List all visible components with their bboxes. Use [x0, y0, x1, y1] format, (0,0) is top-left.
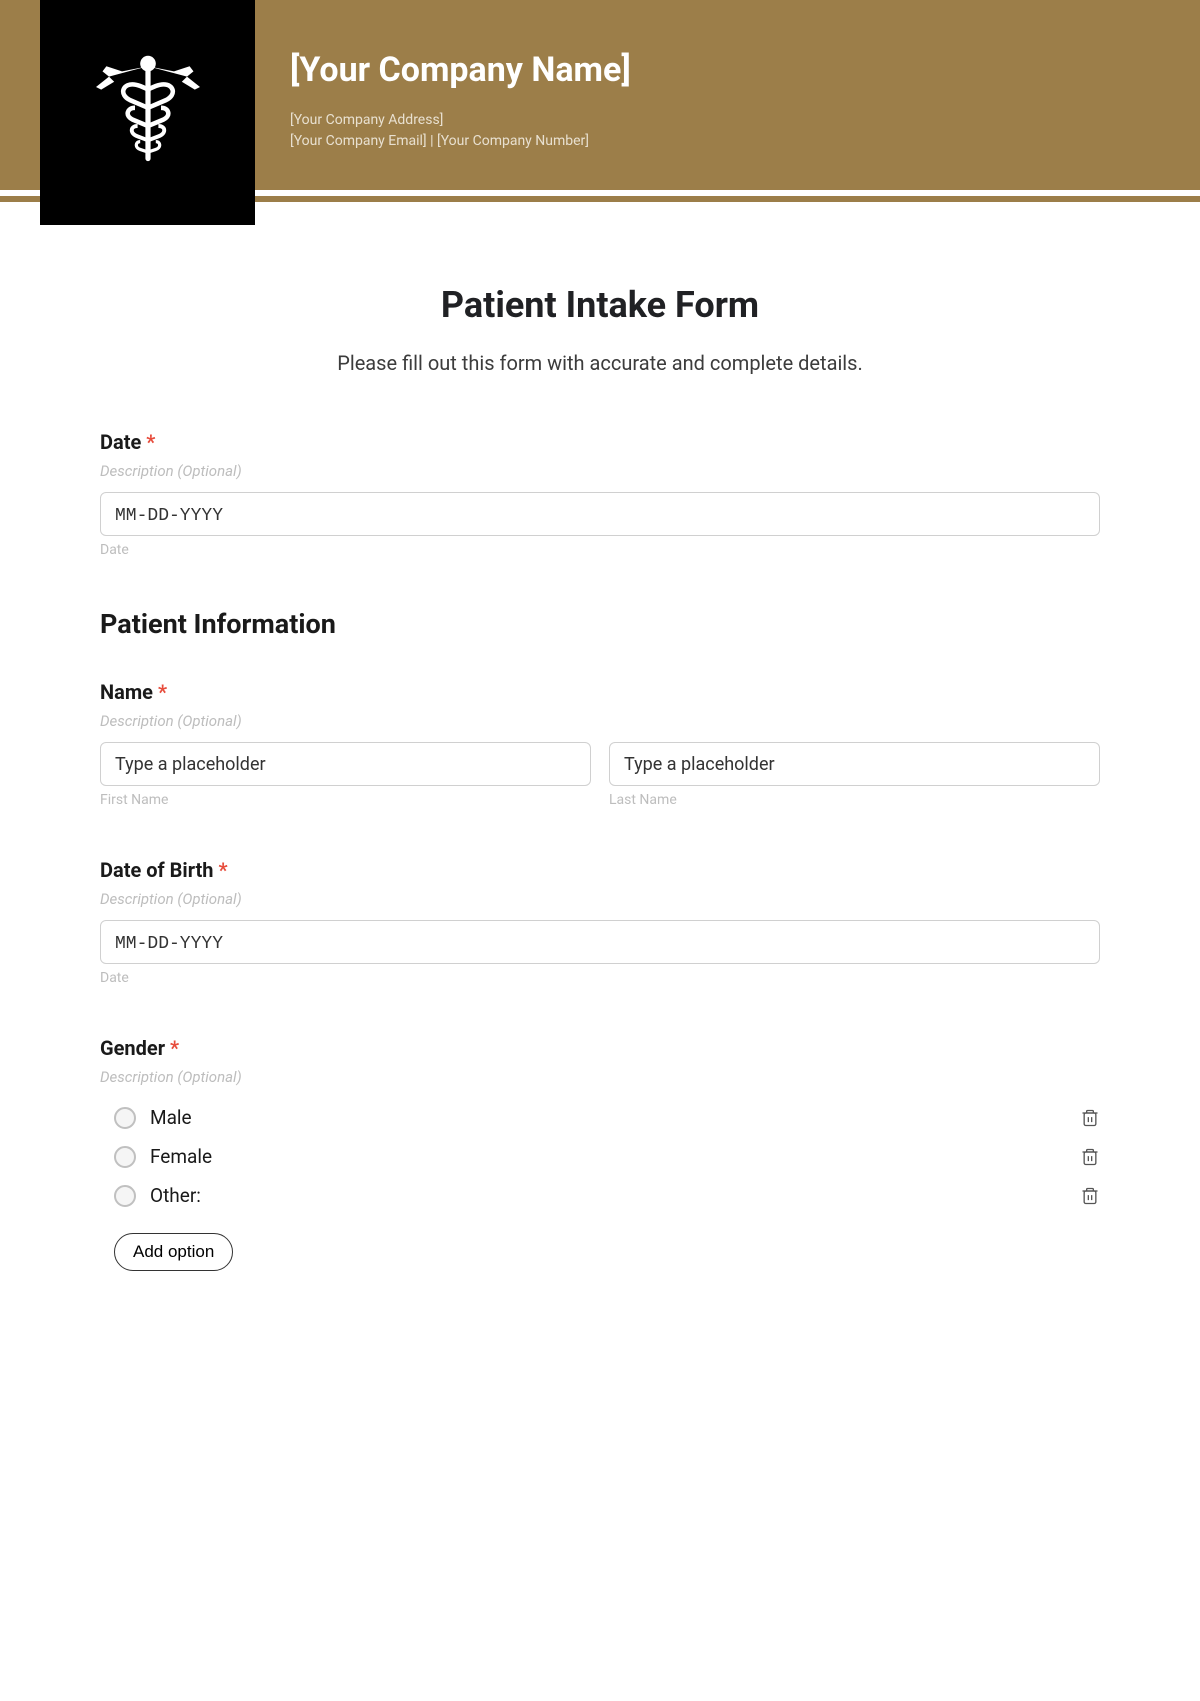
date-label-text: Date	[100, 430, 141, 454]
company-name: [Your Company Name]	[290, 50, 631, 90]
gender-description[interactable]: Description (Optional)	[100, 1068, 1100, 1086]
name-label-text: Name	[100, 680, 153, 704]
name-label: Name *	[100, 680, 1100, 704]
dob-sublabel: Date	[100, 970, 1100, 986]
required-mark: *	[146, 430, 155, 454]
gender-label: Gender *	[100, 1036, 1100, 1060]
caduceus-icon	[83, 48, 213, 178]
trash-icon[interactable]	[1080, 1107, 1100, 1129]
gender-option-label[interactable]: Male	[150, 1106, 192, 1129]
trash-icon[interactable]	[1080, 1185, 1100, 1207]
radio-icon[interactable]	[114, 1146, 136, 1168]
date-sublabel: Date	[100, 542, 1100, 558]
company-contact: [Your Company Email] | [Your Company Num…	[290, 131, 631, 152]
gender-option-other: Other:	[100, 1176, 1100, 1215]
last-name-input[interactable]	[609, 742, 1100, 786]
required-mark: *	[170, 1036, 179, 1060]
first-name-input[interactable]	[100, 742, 591, 786]
last-name-sublabel: Last Name	[609, 792, 1100, 808]
form-title: Patient Intake Form	[100, 284, 1100, 326]
radio-icon[interactable]	[114, 1185, 136, 1207]
gender-option-label[interactable]: Other:	[150, 1184, 201, 1207]
form-content: Patient Intake Form Please fill out this…	[0, 214, 1200, 1361]
required-mark: *	[158, 680, 167, 704]
required-mark: *	[218, 858, 227, 882]
name-description[interactable]: Description (Optional)	[100, 712, 1100, 730]
dob-description[interactable]: Description (Optional)	[100, 890, 1100, 908]
dob-label: Date of Birth *	[100, 858, 1100, 882]
form-subtitle: Please fill out this form with accurate …	[100, 351, 1100, 375]
date-label: Date *	[100, 430, 1100, 454]
gender-option-female: Female	[100, 1137, 1100, 1176]
gender-label-text: Gender	[100, 1036, 165, 1060]
gender-option-male: Male	[100, 1098, 1100, 1137]
add-option-button[interactable]: Add option	[114, 1233, 233, 1271]
logo-container	[40, 0, 255, 225]
first-name-sublabel: First Name	[100, 792, 591, 808]
date-input[interactable]	[100, 492, 1100, 536]
section-patient-info: Patient Information	[100, 608, 1100, 640]
company-address: [Your Company Address]	[290, 110, 631, 131]
dob-input[interactable]	[100, 920, 1100, 964]
radio-icon[interactable]	[114, 1107, 136, 1129]
header-text-block: [Your Company Name] [Your Company Addres…	[290, 0, 631, 190]
date-description[interactable]: Description (Optional)	[100, 462, 1100, 480]
trash-icon[interactable]	[1080, 1146, 1100, 1168]
dob-label-text: Date of Birth	[100, 858, 214, 882]
field-date: Date * Description (Optional) Date	[100, 430, 1100, 558]
field-gender: Gender * Description (Optional) Male Fem…	[100, 1036, 1100, 1271]
header-banner: [Your Company Name] [Your Company Addres…	[0, 0, 1200, 190]
field-name: Name * Description (Optional) First Name…	[100, 680, 1100, 808]
gender-option-label[interactable]: Female	[150, 1145, 212, 1168]
field-dob: Date of Birth * Description (Optional) D…	[100, 858, 1100, 986]
